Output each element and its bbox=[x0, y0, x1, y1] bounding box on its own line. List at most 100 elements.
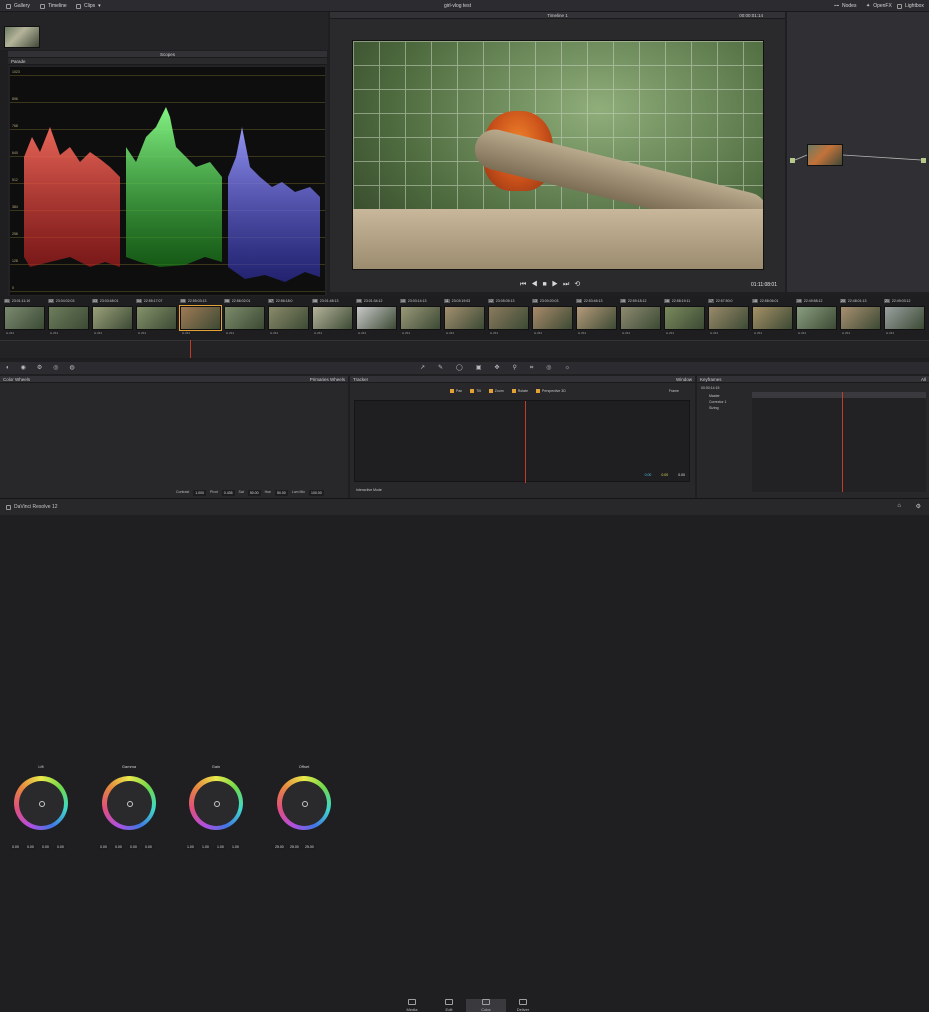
clip-thumbnail[interactable] bbox=[532, 306, 573, 330]
clip-thumbnail[interactable] bbox=[664, 306, 705, 330]
clip-number: 04 bbox=[136, 299, 142, 303]
clip-header: 18 22:58:06:01 bbox=[752, 298, 778, 304]
clip-thumbnail[interactable] bbox=[576, 306, 617, 330]
wheel-params: Contrast 1.000 Pivot 0.435 Sat 50.00 Hue 50.… bbox=[176, 490, 324, 496]
page-tab-media[interactable]: Media bbox=[392, 999, 432, 1012]
clip-codec: H.264 bbox=[94, 331, 103, 335]
gallery-button[interactable]: Gallery bbox=[6, 3, 30, 9]
viewer-image[interactable] bbox=[352, 40, 764, 270]
clip-header: 16 22:58:19:11 bbox=[664, 298, 690, 304]
clip-thumbnail[interactable] bbox=[179, 305, 222, 331]
clip-thumbnail[interactable] bbox=[4, 306, 45, 330]
clip-thumbnail[interactable] bbox=[840, 306, 881, 330]
wheel-value[interactable]: 0.00 bbox=[55, 844, 66, 850]
color-wheel-offset[interactable] bbox=[277, 776, 331, 830]
clip-thumbnail[interactable] bbox=[752, 306, 793, 330]
mini-timeline[interactable] bbox=[0, 340, 929, 358]
wheel-value[interactable]: 25.00 bbox=[273, 844, 286, 850]
clip-thumbnail[interactable] bbox=[356, 306, 397, 330]
wheel-value[interactable]: 1.00 bbox=[230, 844, 241, 850]
wheels-mode[interactable]: Primaries Wheels bbox=[310, 377, 345, 382]
clip-number: 03 bbox=[92, 299, 98, 303]
tracker-graph[interactable]: 0.00 0.00 0.00 bbox=[354, 400, 690, 483]
clip-codec: H.264 bbox=[842, 331, 851, 335]
page-tab-deliver[interactable]: Deliver bbox=[503, 999, 543, 1012]
clip-number: 05 bbox=[180, 299, 186, 303]
wheel-label-offset: Offset bbox=[298, 764, 310, 769]
clip-header: 10 23:03:14:13 bbox=[400, 298, 426, 304]
wheel-value[interactable]: 0.00 bbox=[25, 844, 36, 850]
wheel-value[interactable]: 0.00 bbox=[113, 844, 124, 850]
clip-timecode: 22:49:03:12 bbox=[891, 299, 911, 303]
clip-number: 01 bbox=[4, 299, 10, 303]
clip-thumbnail[interactable] bbox=[224, 306, 265, 330]
clip-thumbnail[interactable] bbox=[444, 306, 485, 330]
clip-timecode: 22:56:18:0 bbox=[275, 299, 293, 303]
viewer-panel: Timeline 1 00:00:01:14 ⏮◀■▶⏭⟲ 01:11:08:0… bbox=[330, 12, 785, 292]
clip-thumbnail[interactable] bbox=[312, 306, 353, 330]
wheel-value[interactable]: 25.00 bbox=[288, 844, 301, 850]
clip-thumbnail[interactable] bbox=[92, 306, 133, 330]
clip-thumbnail[interactable] bbox=[488, 306, 529, 330]
wheel-value[interactable]: 0.00 bbox=[10, 844, 21, 850]
tracker-mode[interactable]: Window bbox=[676, 377, 692, 382]
transport-controls[interactable]: ⏮◀■▶⏭⟲ bbox=[520, 280, 585, 289]
wheel-value[interactable]: 1.00 bbox=[215, 844, 226, 850]
clip-codec: H.264 bbox=[226, 331, 235, 335]
wheel-value[interactable]: 25.00 bbox=[303, 844, 316, 850]
clip-thumbnail[interactable] bbox=[796, 306, 837, 330]
clip-thumbnail[interactable] bbox=[708, 306, 749, 330]
keyframes-filter[interactable]: All bbox=[921, 377, 926, 382]
openfx-button[interactable]: ✦ OpenFX bbox=[866, 3, 892, 9]
clip-timecode: 23:01:11:10 bbox=[11, 299, 31, 303]
color-wheel-gamma[interactable] bbox=[102, 776, 156, 830]
home-icon[interactable]: ⌂ bbox=[897, 503, 901, 509]
parade-scope: 1023 896 768 640 512 384 256 128 0 bbox=[10, 67, 325, 295]
clip-thumbnail[interactable] bbox=[620, 306, 661, 330]
clips-button[interactable]: Clips ▾ bbox=[76, 3, 101, 9]
scopes-mode[interactable]: Parade bbox=[11, 59, 26, 64]
palette-tools-right[interactable]: ↗✎◯▣✥⚲⌗◎☼ bbox=[420, 364, 583, 372]
interactive-mode-toggle[interactable]: Interactive Mode bbox=[356, 488, 382, 492]
lightbox-icon bbox=[897, 3, 902, 9]
wheel-value[interactable]: 0.00 bbox=[40, 844, 51, 850]
gallery-still[interactable] bbox=[4, 26, 40, 48]
color-wheels-panel: Color Wheels Primaries Wheels Lift 0.00 0.0… bbox=[0, 376, 348, 850]
clip-timecode: 22:55:03:13 bbox=[187, 299, 207, 303]
nodes-button[interactable]: ⊶ Nodes bbox=[834, 3, 856, 9]
kf-sizing[interactable]: Sizing bbox=[709, 405, 727, 411]
clip-thumbnail[interactable] bbox=[400, 306, 441, 330]
clip-number: 12 bbox=[488, 299, 494, 303]
clip-number: 15 bbox=[620, 299, 626, 303]
playhead[interactable] bbox=[190, 340, 191, 358]
keyframes-timecode: 00:00:14:15 bbox=[701, 386, 720, 390]
wheel-value[interactable]: 0.00 bbox=[143, 844, 154, 850]
lightbox-button[interactable]: Lightbox bbox=[897, 3, 924, 9]
settings-icon[interactable]: ⚙ bbox=[916, 503, 921, 510]
clip-codec: H.264 bbox=[270, 331, 279, 335]
page-tab-color[interactable]: Color bbox=[466, 999, 506, 1012]
clip-thumbnail[interactable] bbox=[48, 306, 89, 330]
clip-number: 02 bbox=[48, 299, 54, 303]
wheel-value[interactable]: 0.00 bbox=[128, 844, 139, 850]
clip-number: 19 bbox=[796, 299, 802, 303]
clip-thumbnail[interactable] bbox=[268, 306, 309, 330]
page-tab-edit[interactable]: Edit bbox=[429, 999, 469, 1012]
clip-number: 07 bbox=[268, 299, 274, 303]
color-wheel-lift[interactable] bbox=[14, 776, 68, 830]
viewer-timecode: 01:11:08:01 bbox=[750, 282, 777, 288]
timeline-button[interactable]: Timeline bbox=[40, 3, 67, 9]
wheel-value[interactable]: 1.00 bbox=[185, 844, 196, 850]
palette-tools-left[interactable]: ◐◉⚙◎◍ bbox=[6, 364, 86, 371]
tracker-frame[interactable]: Frame bbox=[669, 389, 679, 393]
wheel-value[interactable]: 1.00 bbox=[200, 844, 211, 850]
color-wheel-gain[interactable] bbox=[189, 776, 243, 830]
clip-timecode: 23:03:48:01 bbox=[99, 299, 119, 303]
scopes-title: Scopes bbox=[159, 51, 175, 57]
wheel-value[interactable]: 0.00 bbox=[98, 844, 109, 850]
clip-codec: H.264 bbox=[490, 331, 499, 335]
clip-thumbnail[interactable] bbox=[136, 306, 177, 330]
clip-thumbnail[interactable] bbox=[884, 306, 925, 330]
timeline-name[interactable]: Timeline 1 bbox=[547, 13, 568, 18]
keyframe-timeline[interactable] bbox=[752, 392, 926, 492]
